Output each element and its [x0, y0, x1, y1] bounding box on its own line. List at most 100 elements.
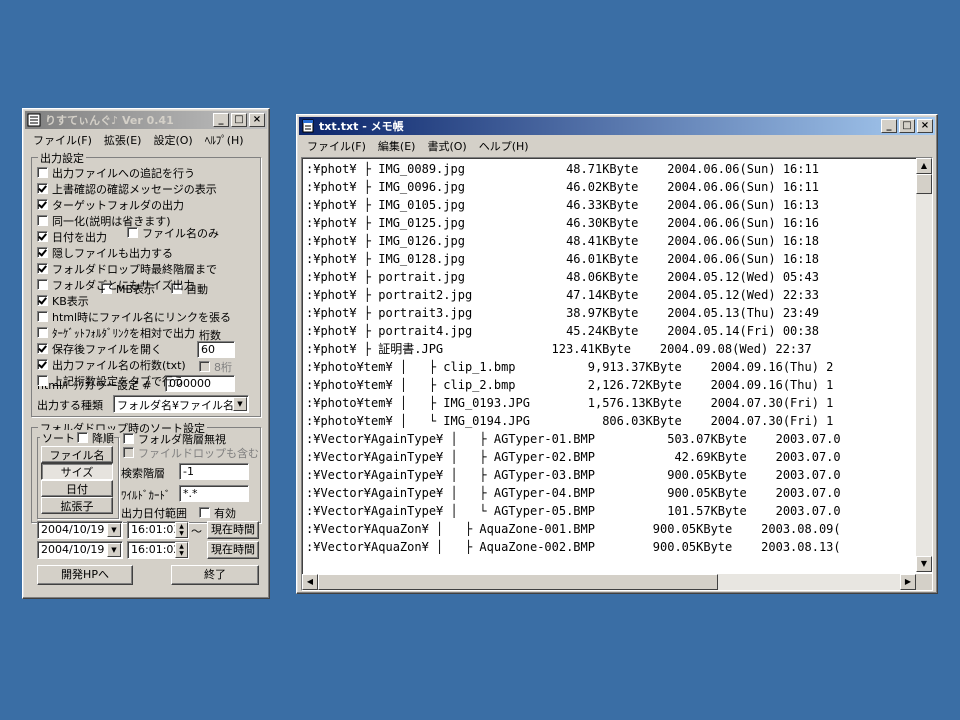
close-icon[interactable]: ×	[249, 113, 265, 127]
text-line: :¥Vector¥AgainType¥ │ ├ AGTyper-01.BMP 5…	[306, 432, 841, 446]
output-option-row[interactable]: 日付を出力	[37, 229, 107, 244]
desc-option[interactable]: 降順	[77, 430, 114, 445]
output-option-checkbox[interactable]	[37, 199, 48, 210]
output-option-row[interactable]: ターゲットフォルダの出力	[37, 197, 184, 212]
horizontal-scrollbar[interactable]: ◀ ▶	[302, 574, 916, 590]
maximize-icon[interactable]: □	[231, 113, 247, 127]
output-option-checkbox[interactable]	[37, 359, 48, 370]
text-line: :¥Vector¥AquaZon¥ │ ├ AquaZone-001.BMP 9…	[306, 522, 841, 536]
include-files-checkbox	[123, 447, 134, 458]
menu-settings[interactable]: 設定(O)	[147, 132, 198, 148]
output-option-checkbox[interactable]	[37, 231, 48, 242]
output-option-row[interactable]: 上記桁数設定をタブで行う	[37, 373, 184, 388]
menu-file[interactable]: ファイル(F)	[301, 138, 372, 154]
text-line: :¥Vector¥AquaZon¥ │ ├ AquaZone-002.BMP 9…	[306, 540, 841, 554]
text-line: :¥Vector¥AgainType¥ │ ├ AGTyper-04.BMP 9…	[306, 486, 841, 500]
scroll-down-icon[interactable]: ▼	[916, 556, 932, 572]
homepage-button[interactable]: 開発HPへ	[37, 565, 133, 585]
output-option-label: フォルダドロップ時最終階層まで	[52, 262, 217, 276]
sort-size-button[interactable]: サイズ	[41, 463, 113, 480]
menu-help[interactable]: ヘルプ(H)	[473, 138, 535, 154]
menu-help[interactable]: ﾍﾙﾌﾟ(H)	[199, 132, 250, 148]
output-option-checkbox[interactable]	[37, 375, 48, 386]
size-grip[interactable]	[916, 574, 932, 590]
chevron-down-icon[interactable]: ▼	[107, 543, 121, 557]
output-option-checkbox[interactable]	[37, 295, 48, 306]
time-from-spinner[interactable]: ▲ ▼	[175, 522, 188, 538]
text-line: :¥phot¥ ├ IMG_0096.jpg 46.02KByte 2004.0…	[306, 180, 819, 194]
digits-input[interactable]: 60	[197, 341, 235, 358]
output-option-checkbox[interactable]	[37, 183, 48, 194]
scroll-up-icon[interactable]: ▲	[916, 158, 932, 174]
scroll-right-icon[interactable]: ▶	[900, 574, 916, 590]
notepad-icon	[302, 119, 314, 133]
vertical-scroll-thumb[interactable]	[916, 174, 932, 194]
output-option-label: 出力ファイルへの追記を行う	[52, 166, 195, 180]
chevron-down-icon[interactable]: ▼	[233, 397, 247, 411]
output-option-checkbox[interactable]	[37, 215, 48, 226]
output-option-row[interactable]: 出力ファイルへの追記を行う	[37, 165, 195, 180]
output-option-checkbox[interactable]	[37, 167, 48, 178]
maximize-icon[interactable]: □	[899, 119, 915, 133]
text-line: :¥phot¥ ├ IMG_0126.jpg 48.41KByte 2004.0…	[306, 234, 819, 248]
output-option-checkbox[interactable]	[37, 279, 48, 290]
minimize-icon[interactable]: _	[881, 119, 897, 133]
close-icon[interactable]: ×	[917, 119, 933, 133]
now-time-button-1[interactable]: 現在時間	[207, 521, 259, 539]
notepad-text-area[interactable]: :¥phot¥ ├ IMG_0089.jpg 48.71KByte 2004.0…	[301, 157, 933, 591]
output-option-row[interactable]: 隠しファイルも出力する	[37, 245, 173, 260]
menu-file[interactable]: ファイル(F)	[27, 132, 98, 148]
menu-edit[interactable]: 編集(E)	[372, 138, 422, 154]
output-type-label: 出力する種類	[37, 399, 103, 412]
output-option-checkbox[interactable]	[37, 247, 48, 258]
filename-only-checkbox[interactable]	[127, 227, 138, 238]
output-option-checkbox[interactable]	[37, 343, 48, 354]
search-level-input[interactable]: -1	[179, 463, 249, 480]
minimize-icon[interactable]: _	[213, 113, 229, 127]
exit-button[interactable]: 終了	[171, 565, 259, 585]
text-line: :¥phot¥ ├ IMG_0105.jpg 46.33KByte 2004.0…	[306, 198, 819, 212]
date-to-select[interactable]: 2004/10/19 ▼	[37, 541, 123, 559]
output-option-checkbox[interactable]	[37, 327, 48, 338]
output-option-checkbox[interactable]	[37, 263, 48, 274]
output-type-select[interactable]: フォルダ名¥ファイル名 ▼	[113, 395, 249, 413]
listing-tool-window: りすてぃんぐ♪ Ver 0.41 _ □ × ファイル(F) 拡張(E) 設定(…	[22, 108, 270, 599]
scroll-left-icon[interactable]: ◀	[302, 574, 318, 590]
text-line: :¥phot¥ ├ portrait.jpg 48.06KByte 2004.0…	[306, 270, 819, 284]
horizontal-scroll-thumb[interactable]	[318, 574, 718, 590]
vertical-scrollbar[interactable]: ▲ ▼	[916, 158, 932, 572]
chevron-down-icon[interactable]: ▼	[107, 523, 121, 537]
output-option-row[interactable]: KB表示	[37, 293, 89, 308]
wildcard-input[interactable]: *.*	[179, 485, 249, 502]
output-option-checkbox[interactable]	[37, 311, 48, 322]
output-option-row[interactable]: 上書確認の確認メッセージの表示	[37, 181, 217, 196]
date-range-enabled-option[interactable]: 有効	[199, 505, 236, 520]
output-option-row[interactable]: 出力ファイル名の桁数(txt)	[37, 357, 186, 372]
date-range-enabled-checkbox[interactable]	[199, 507, 210, 518]
now-time-button-2[interactable]: 現在時間	[207, 541, 259, 559]
menu-format[interactable]: 書式(O)	[421, 138, 472, 154]
output-option-row[interactable]: ﾀｰｹﾞｯﾄﾌｫﾙﾀﾞﾘﾝｸを相対で出力	[37, 325, 195, 340]
output-option-row[interactable]: 保存後ファイルを開く	[37, 341, 162, 356]
output-option-label: 隠しファイルも出力する	[52, 246, 173, 260]
menu-extend[interactable]: 拡張(E)	[98, 132, 148, 148]
text-line: :¥Vector¥AgainType¥ │ └ AGTyper-05.BMP 1…	[306, 504, 841, 518]
text-line: :¥photo¥tem¥ │ ├ IMG_0193.JPG 1,576.13KB…	[306, 396, 834, 410]
output-option-row[interactable]: フォルダごとにもサイズ出力	[37, 277, 195, 292]
desc-checkbox[interactable]	[77, 432, 88, 443]
notepad-titlebar[interactable]: txt.txt - メモ帳 _ □ ×	[299, 117, 935, 135]
output-option-label: KB表示	[52, 294, 89, 308]
time-to-spinner[interactable]: ▲ ▼	[175, 542, 188, 558]
wildcard-label: ﾜｲﾙﾄﾞｶｰﾄﾞ	[121, 489, 171, 502]
ignore-hierarchy-checkbox[interactable]	[123, 433, 134, 444]
tool-menubar: ファイル(F) 拡張(E) 設定(O) ﾍﾙﾌﾟ(H)	[23, 131, 269, 149]
date-from-select[interactable]: 2004/10/19 ▼	[37, 521, 123, 539]
output-option-row[interactable]: 同一化(説明は省きます)	[37, 213, 171, 228]
output-option-row[interactable]: フォルダドロップ時最終階層まで	[37, 261, 217, 276]
tool-titlebar[interactable]: りすてぃんぐ♪ Ver 0.41 _ □ ×	[25, 111, 267, 129]
sort-filename-button[interactable]: ファイル名	[41, 446, 113, 463]
sort-extension-button[interactable]: 拡張子	[41, 497, 113, 514]
sort-date-button[interactable]: 日付	[41, 480, 113, 497]
output-option-label: 同一化(説明は省きます)	[52, 214, 171, 228]
output-option-row[interactable]: html時にファイル名にリンクを張る	[37, 309, 231, 324]
